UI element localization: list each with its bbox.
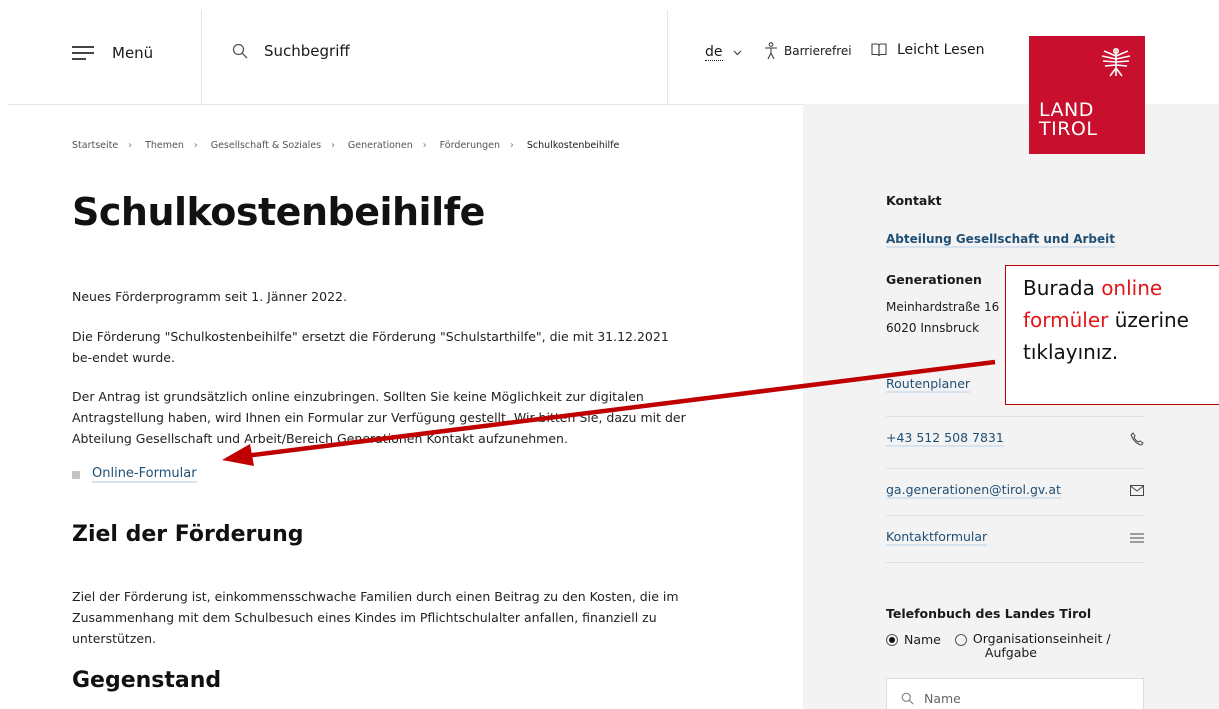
phone-icon <box>1130 431 1144 446</box>
search-mode-radios: Name Organisationseinheit / Aufgabe <box>886 632 1111 660</box>
ziel-paragraph: Ziel der Förderung ist, einkommensschwac… <box>72 589 679 646</box>
header-divider <box>667 10 668 104</box>
email-row[interactable]: ga.generationen@tirol.gv.at <box>886 468 1144 512</box>
leicht-lesen-label: Leicht Lesen <box>897 42 985 58</box>
radio-organisation[interactable] <box>954 634 967 646</box>
bereich-heading: Generationen <box>886 272 982 287</box>
radio-name[interactable] <box>886 634 898 646</box>
page-title: Schulkostenbeihilfe <box>72 190 485 234</box>
annotation-callout: Burada online formüler üzerine tıklayını… <box>1005 265 1219 405</box>
bullet-icon <box>72 470 80 479</box>
abteilung-link[interactable]: Abteilung Gesellschaft und Arbeit <box>886 232 1115 248</box>
phone-row[interactable]: +43 512 508 7831 <box>886 416 1144 460</box>
menu-label: Menü <box>112 44 154 62</box>
phone-link[interactable]: +43 512 508 7831 <box>886 430 1004 447</box>
city-address: 6020 Innsbruck <box>886 321 980 335</box>
online-formular-link[interactable]: Online-Formular <box>92 466 197 483</box>
language-code: de <box>705 44 723 61</box>
section-heading-gegenstand: Gegenstand <box>72 668 222 693</box>
kontaktformular-row[interactable]: Kontaktformular <box>886 515 1144 559</box>
breadcrumb: Startseite › Themen › Gesellschaft & Sozia… <box>72 140 620 151</box>
abteilung-link-wrap: Abteilung Gesellschaft und Arbeit <box>886 232 1115 248</box>
breadcrumb-current: Schulkostenbeihilfe <box>526 140 620 151</box>
header-border <box>8 104 803 105</box>
street-address: Meinhardstraße 16 <box>886 300 1000 314</box>
list-icon <box>1130 533 1144 542</box>
search-placeholder: Suchbegriff <box>264 42 350 60</box>
header-divider <box>201 10 202 104</box>
online-formular-item: Online-Formular <box>72 466 197 483</box>
search-icon <box>901 692 914 705</box>
mail-icon <box>1130 485 1144 496</box>
sidebar-divider <box>886 562 1144 563</box>
breadcrumb-item[interactable]: Themen <box>145 140 184 151</box>
menu-button[interactable]: Menü <box>72 44 153 62</box>
chevron-down-icon <box>733 50 741 55</box>
radio-name-label: Name <box>904 632 941 647</box>
replacement-paragraph: Die Förderung "Schulkostenbeihilfe" erse… <box>72 329 669 365</box>
routenplaner-link[interactable]: Routenplaner <box>886 376 971 393</box>
breadcrumb-item[interactable]: Gesellschaft & Soziales <box>211 140 321 151</box>
barrierefrei-link[interactable]: Barrierefrei <box>764 42 852 60</box>
radio-organisation-label: Organisationseinheit / Aufgabe <box>972 631 1111 660</box>
kontakt-heading: Kontakt <box>886 193 942 208</box>
breadcrumb-item[interactable]: Generationen <box>348 140 413 151</box>
hamburger-icon <box>72 46 94 60</box>
email-link[interactable]: ga.generationen@tirol.gv.at <box>886 482 1061 499</box>
name-search-input[interactable]: Name <box>886 678 1144 709</box>
breadcrumb-item[interactable]: Startseite <box>72 140 118 151</box>
eagle-icon <box>1101 47 1131 77</box>
land-tirol-logo[interactable]: LAND TIROL <box>1029 36 1145 154</box>
logo-text: LAND TIROL <box>1039 99 1098 140</box>
book-icon <box>871 43 887 57</box>
search-icon <box>232 43 248 59</box>
kontaktformular-link[interactable]: Kontaktformular <box>886 529 988 546</box>
telefonbuch-heading: Telefonbuch des Landes Tirol <box>886 606 1092 621</box>
section-heading-ziel: Ziel der Förderung <box>72 522 304 547</box>
barrierefrei-label: Barrierefrei <box>784 44 852 58</box>
search-field[interactable]: Suchbegriff <box>232 42 350 60</box>
intro-paragraph: Neues Förderprogramm seit 1. Jänner 2022… <box>72 289 347 304</box>
application-paragraph: Der Antrag ist grundsätzlich online einz… <box>72 389 686 446</box>
name-placeholder: Name <box>924 690 961 706</box>
breadcrumb-item[interactable]: Förderungen <box>440 140 500 151</box>
language-selector[interactable]: de <box>705 44 742 61</box>
leicht-lesen-link[interactable]: Leicht Lesen <box>871 42 985 58</box>
accessibility-icon <box>765 42 777 60</box>
